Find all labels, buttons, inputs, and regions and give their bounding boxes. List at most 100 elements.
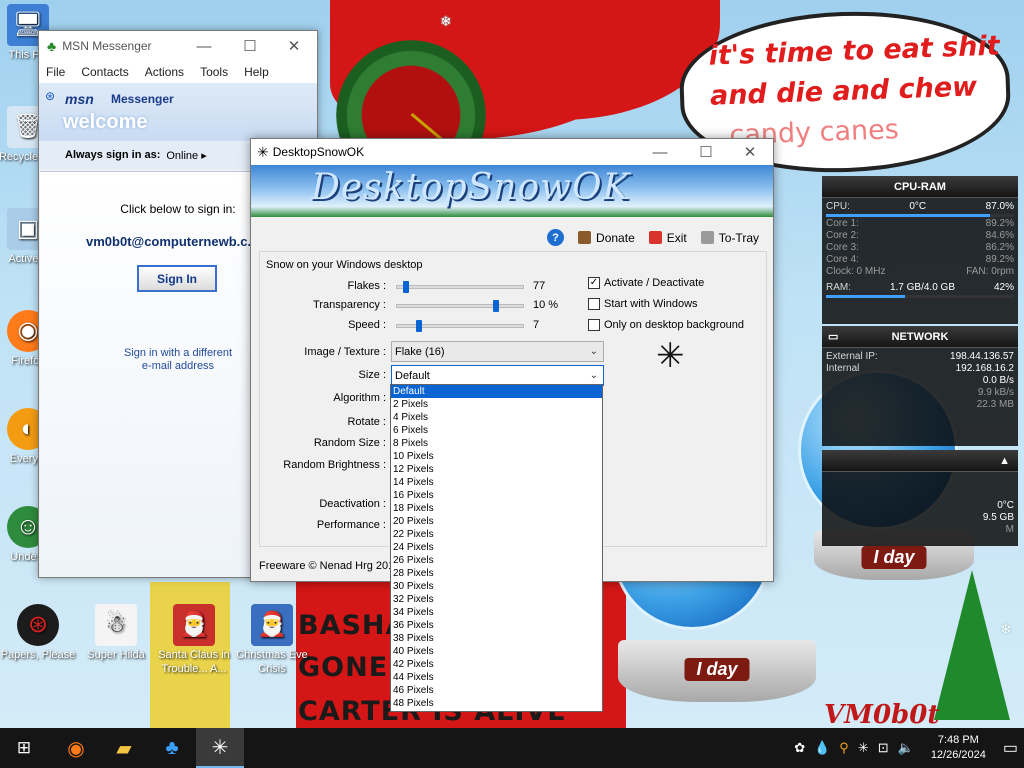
checkmark-icon: ✓ xyxy=(588,277,600,289)
size-option[interactable]: 2 Pixels xyxy=(391,398,602,411)
size-option[interactable]: 42 Pixels xyxy=(391,658,602,671)
to-tray-button[interactable]: To-Tray xyxy=(700,231,759,245)
size-option[interactable]: 46 Pixels xyxy=(391,684,602,697)
menu-help[interactable]: Help xyxy=(244,65,269,79)
size-option[interactable]: 10 Pixels xyxy=(391,450,602,463)
desktop-icon-label: Christmas Eve Crisis xyxy=(236,649,308,675)
size-dropdown-list: Default 2 Pixels 4 Pixels 6 Pixels 8 Pixels 1… xyxy=(390,384,603,712)
chevron-down-icon: ⌄ xyxy=(589,346,598,357)
internal-ip-label: Internal xyxy=(826,363,860,374)
exit-label: Exit xyxy=(666,230,687,245)
only-desktop-checkbox[interactable]: Only on desktop background xyxy=(588,319,744,331)
desktop-icon-santa-claus[interactable]: 🎅 Santa Claus in Trouble... A... xyxy=(154,604,234,676)
help-button[interactable]: ? xyxy=(547,229,565,246)
tray-snowflake-icon[interactable]: ✳ xyxy=(858,740,869,756)
group-title: Snow on your Windows desktop xyxy=(266,259,423,271)
size-option[interactable]: 6 Pixels xyxy=(391,424,602,437)
size-option[interactable]: 38 Pixels xyxy=(391,632,602,645)
taskbar-desktopsnowok[interactable]: ✳ xyxy=(196,728,244,768)
menu-contacts[interactable]: Contacts xyxy=(81,65,128,79)
minimize-button[interactable]: — xyxy=(181,31,227,61)
size-option[interactable]: 30 Pixels xyxy=(391,580,602,593)
msn-titlebar[interactable]: ♣ MSN Messenger — ☐ ✕ xyxy=(39,31,317,61)
maximize-button[interactable]: ☐ xyxy=(227,31,273,61)
flakes-slider[interactable] xyxy=(396,281,524,293)
core-row: Core 2: 84.6% xyxy=(822,230,1018,242)
size-option[interactable]: Default xyxy=(391,385,602,398)
size-option[interactable]: 22 Pixels xyxy=(391,528,602,541)
core-value: 89.2% xyxy=(985,254,1014,265)
size-option[interactable]: 8 Pixels xyxy=(391,437,602,450)
size-option[interactable]: 24 Pixels xyxy=(391,541,602,554)
ram-value: 1.7 GB/4.0 GB xyxy=(889,282,956,293)
clock-speed: Clock: 0 MHz xyxy=(826,266,886,277)
size-option[interactable]: 40 Pixels xyxy=(391,645,602,658)
size-option[interactable]: 44 Pixels xyxy=(391,671,602,684)
msn-butterfly-icon: ⊛ xyxy=(45,89,56,103)
internal-ip-value: 192.168.16.2 xyxy=(955,363,1014,374)
size-option[interactable]: 32 Pixels xyxy=(391,593,602,606)
desktop-icon-christmas-eve[interactable]: 🎅 Christmas Eve Crisis xyxy=(232,604,312,676)
taskbar-clock[interactable]: 7:48 PM 12/26/2024 xyxy=(931,733,986,763)
activate-checkbox[interactable]: ✓ Activate / Deactivate xyxy=(588,277,704,289)
taskbar-file-explorer[interactable]: ▰ xyxy=(100,728,148,768)
desktop-icon-super-hilda[interactable]: ☃ Super Hilda xyxy=(76,604,156,662)
exit-button[interactable]: Exit xyxy=(648,230,687,245)
clock-time: 7:48 PM xyxy=(937,734,979,746)
signature-text: VM0b0t xyxy=(824,700,940,730)
donate-button[interactable]: Donate xyxy=(578,231,635,245)
size-option[interactable]: 48 Pixels xyxy=(391,697,602,710)
desktop-icon-label: Papers, Please xyxy=(0,649,76,661)
menu-actions[interactable]: Actions xyxy=(145,65,184,79)
external-ip-label: External IP: xyxy=(826,351,878,362)
size-option[interactable]: 16 Pixels xyxy=(391,489,602,502)
slider-thumb[interactable] xyxy=(403,281,410,293)
tray-volume-icon[interactable]: 🔈 xyxy=(898,740,914,756)
start-with-windows-checkbox[interactable]: Start with Windows xyxy=(588,298,698,310)
minimize-button[interactable]: — xyxy=(637,139,683,165)
christmas-tree-decoration xyxy=(934,570,1010,720)
msn-logo-messenger: Messenger xyxy=(111,92,174,106)
size-option[interactable]: 18 Pixels xyxy=(391,502,602,515)
notification-icon[interactable]: ▭ xyxy=(1003,738,1018,758)
menu-tools[interactable]: Tools xyxy=(200,65,228,79)
performance-label: Performance : xyxy=(316,519,386,531)
transparency-slider[interactable] xyxy=(396,300,524,312)
sign-in-button[interactable]: Sign In xyxy=(137,265,217,292)
size-option[interactable]: 14 Pixels xyxy=(391,476,602,489)
slider-thumb[interactable] xyxy=(492,300,499,312)
desktop-icon-papers-please[interactable]: ⊛ Papers, Please xyxy=(0,604,78,662)
menu-file[interactable]: File xyxy=(46,65,65,79)
slider-thumb[interactable] xyxy=(415,320,422,332)
size-option[interactable]: 12 Pixels xyxy=(391,463,602,476)
network-title: ▭ NETWORK xyxy=(822,326,1018,348)
snow-titlebar[interactable]: ✳ DesktopSnowOK — ☐ ✕ xyxy=(251,139,773,165)
close-button[interactable]: ✕ xyxy=(271,31,317,61)
tray-drop-icon[interactable]: 💧 xyxy=(814,740,830,756)
msn-people-icon: ♣ xyxy=(47,38,57,54)
taskbar: ⊞ ◉ ▰ ♣ ✳ ✿ 💧 ⚲ ✳ ⊡ 🔈 7:48 PM 12/26/2024… xyxy=(0,728,1024,768)
size-select[interactable]: Default ⌄ xyxy=(391,365,604,386)
image-texture-select[interactable]: Flake (16) ⌄ xyxy=(391,341,604,362)
taskbar-msn-messenger[interactable]: ♣ xyxy=(148,728,196,768)
size-option[interactable]: 20 Pixels xyxy=(391,515,602,528)
snow-toolbar: ? Donate Exit To-Tray xyxy=(547,229,759,246)
game-icon: ☃ xyxy=(95,604,137,646)
size-option[interactable]: 4 Pixels xyxy=(391,411,602,424)
speed-slider[interactable] xyxy=(396,320,524,332)
tray-search-icon[interactable]: ⚲ xyxy=(839,740,849,756)
status-dropdown[interactable]: Online ▸ xyxy=(166,149,206,162)
network-gadget: ▭ NETWORK External IP: 198.44.136.57 Inter… xyxy=(822,326,1018,446)
tray-app-icon[interactable]: ✿ xyxy=(794,740,805,756)
start-button[interactable]: ⊞ xyxy=(0,728,48,768)
size-option[interactable]: 26 Pixels xyxy=(391,554,602,567)
flakes-label: Flakes : xyxy=(347,280,386,292)
maximize-button[interactable]: ☐ xyxy=(683,139,729,165)
size-option[interactable]: 28 Pixels xyxy=(391,567,602,580)
msn-window-title: MSN Messenger xyxy=(62,39,152,53)
size-option[interactable]: 36 Pixels xyxy=(391,619,602,632)
tray-network-icon[interactable]: ⊡ xyxy=(878,740,889,756)
close-button[interactable]: ✕ xyxy=(727,139,773,165)
taskbar-firefox[interactable]: ◉ xyxy=(52,728,100,768)
size-option[interactable]: 34 Pixels xyxy=(391,606,602,619)
